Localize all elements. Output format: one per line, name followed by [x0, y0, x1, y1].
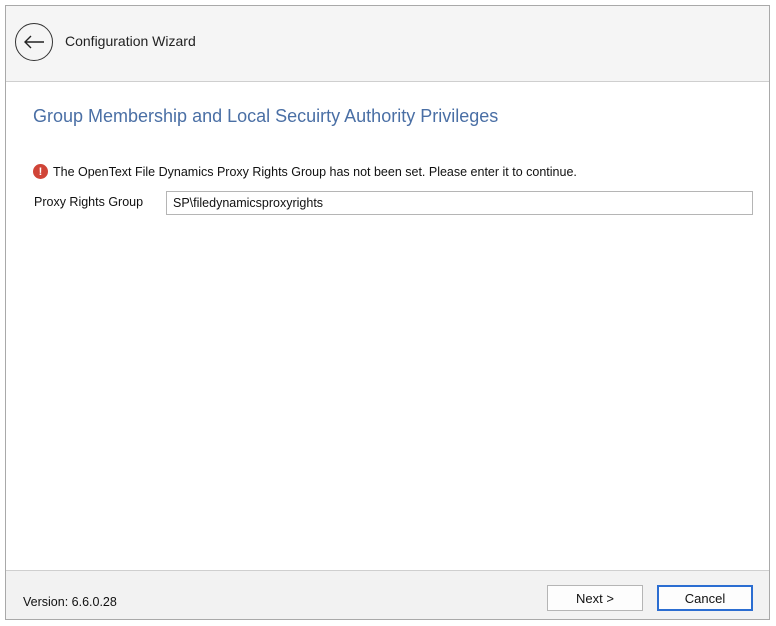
page-title: Group Membership and Local Secuirty Auth…	[33, 106, 499, 126]
header-bar: Configuration Wizard	[6, 6, 769, 82]
back-button[interactable]	[15, 23, 53, 61]
version-label: Version: 6.6.0.28	[23, 595, 117, 609]
exclamation-circle-icon: !	[33, 164, 48, 179]
next-button[interactable]: Next >	[547, 585, 643, 611]
proxy-rights-group-label: Proxy Rights Group	[34, 195, 144, 209]
cancel-button[interactable]: Cancel	[657, 585, 753, 611]
proxy-rights-group-input[interactable]	[166, 191, 753, 215]
wizard-window: Configuration Wizard Group Membership an…	[5, 5, 770, 620]
arrow-left-icon	[24, 35, 44, 49]
window-title: Configuration Wizard	[65, 33, 196, 49]
error-message-row: ! The OpenText File Dynamics Proxy Right…	[33, 164, 577, 179]
footer-bar: Version: 6.6.0.28 Next > Cancel	[6, 570, 769, 619]
error-message: The OpenText File Dynamics Proxy Rights …	[53, 164, 577, 179]
